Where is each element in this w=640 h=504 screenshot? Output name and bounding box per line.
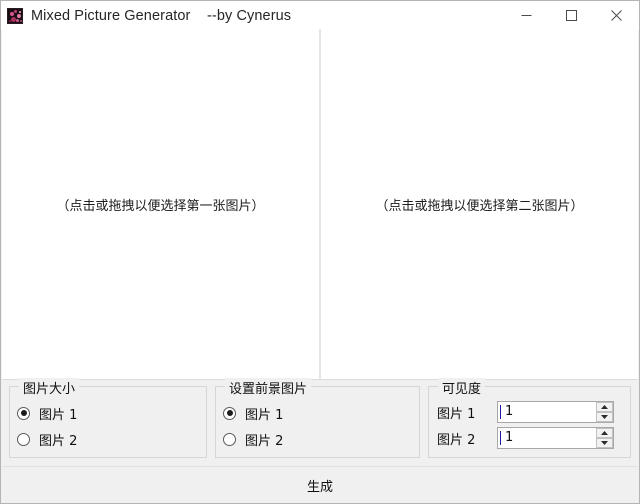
chevron-down-icon — [601, 441, 608, 445]
radio-mark-icon — [223, 406, 236, 420]
title-bar[interactable]: Mixed Picture Generator --by Cynerus — [1, 1, 639, 30]
radio-mark-icon — [223, 432, 236, 446]
maximize-icon — [566, 10, 577, 21]
visibility-row-image2: 图片 2 1 — [437, 427, 614, 449]
left-panel-hint: （点击或拖拽以便选择第一张图片） — [56, 199, 265, 214]
visibility-image1-spin-buttons — [596, 402, 613, 422]
visibility-image2-label: 图片 2 — [437, 432, 476, 448]
close-button[interactable] — [594, 1, 639, 30]
controls-strip: 图片大小 图片 1 图片 2 设置前景图片 图片 1 图片 2 可见度 图片 1… — [2, 378, 638, 466]
radio-foreground-image2-label: 图片 2 — [245, 433, 284, 449]
radio-size-image2-label: 图片 2 — [39, 433, 78, 449]
spin-up-button[interactable] — [596, 428, 613, 438]
visibility-image1-label: 图片 1 — [437, 406, 476, 422]
visibility-image2-value[interactable]: 1 — [500, 431, 513, 445]
window-controls — [504, 1, 639, 30]
window-title: Mixed Picture Generator --by Cynerus — [31, 7, 292, 24]
radio-foreground-image1[interactable]: 图片 1 — [223, 404, 284, 423]
radio-size-image1[interactable]: 图片 1 — [17, 404, 78, 423]
chevron-up-icon — [601, 405, 608, 409]
visibility-row-image1: 图片 1 1 — [437, 401, 614, 423]
visibility-image2-spinner[interactable]: 1 — [497, 427, 614, 449]
right-panel-hint: （点击或拖拽以便选择第二张图片） — [375, 199, 584, 214]
minimize-icon — [521, 15, 532, 16]
group-visibility-title: 可见度 — [438, 378, 486, 397]
radio-mark-icon — [17, 432, 30, 446]
chevron-down-icon — [601, 415, 608, 419]
group-foreground-image: 设置前景图片 图片 1 图片 2 — [215, 378, 420, 458]
radio-size-image2[interactable]: 图片 2 — [17, 430, 78, 449]
visibility-image1-value[interactable]: 1 — [500, 405, 513, 419]
radio-mark-icon — [17, 406, 30, 420]
radio-foreground-image2[interactable]: 图片 2 — [223, 430, 284, 449]
image-drop-area: （点击或拖拽以便选择第一张图片） （点击或拖拽以便选择第二张图片） — [2, 29, 638, 380]
chevron-up-icon — [601, 431, 608, 435]
close-icon — [611, 10, 622, 21]
group-foreground-image-title: 设置前景图片 — [225, 378, 312, 397]
visibility-image2-spin-buttons — [596, 428, 613, 448]
spin-down-button[interactable] — [596, 438, 613, 448]
spin-down-button[interactable] — [596, 412, 613, 422]
radio-foreground-image1-label: 图片 1 — [245, 407, 284, 423]
spin-up-button[interactable] — [596, 402, 613, 412]
maximize-button[interactable] — [549, 1, 594, 30]
group-image-size: 图片大小 图片 1 图片 2 — [9, 378, 207, 458]
visibility-image1-spinner[interactable]: 1 — [497, 401, 614, 423]
group-image-size-title: 图片大小 — [19, 378, 80, 397]
group-visibility: 可见度 图片 1 1 图片 2 1 — [428, 378, 631, 458]
generate-button[interactable]: 生成 — [2, 466, 638, 503]
app-thumbnail-icon — [7, 7, 23, 24]
image-drop-panel-right[interactable]: （点击或拖拽以便选择第二张图片） — [321, 30, 638, 379]
image-drop-panel-left[interactable]: （点击或拖拽以便选择第一张图片） — [2, 30, 319, 379]
minimize-button[interactable] — [504, 1, 549, 30]
radio-size-image1-label: 图片 1 — [39, 407, 78, 423]
application-window: Mixed Picture Generator --by Cynerus （点击… — [0, 0, 640, 504]
